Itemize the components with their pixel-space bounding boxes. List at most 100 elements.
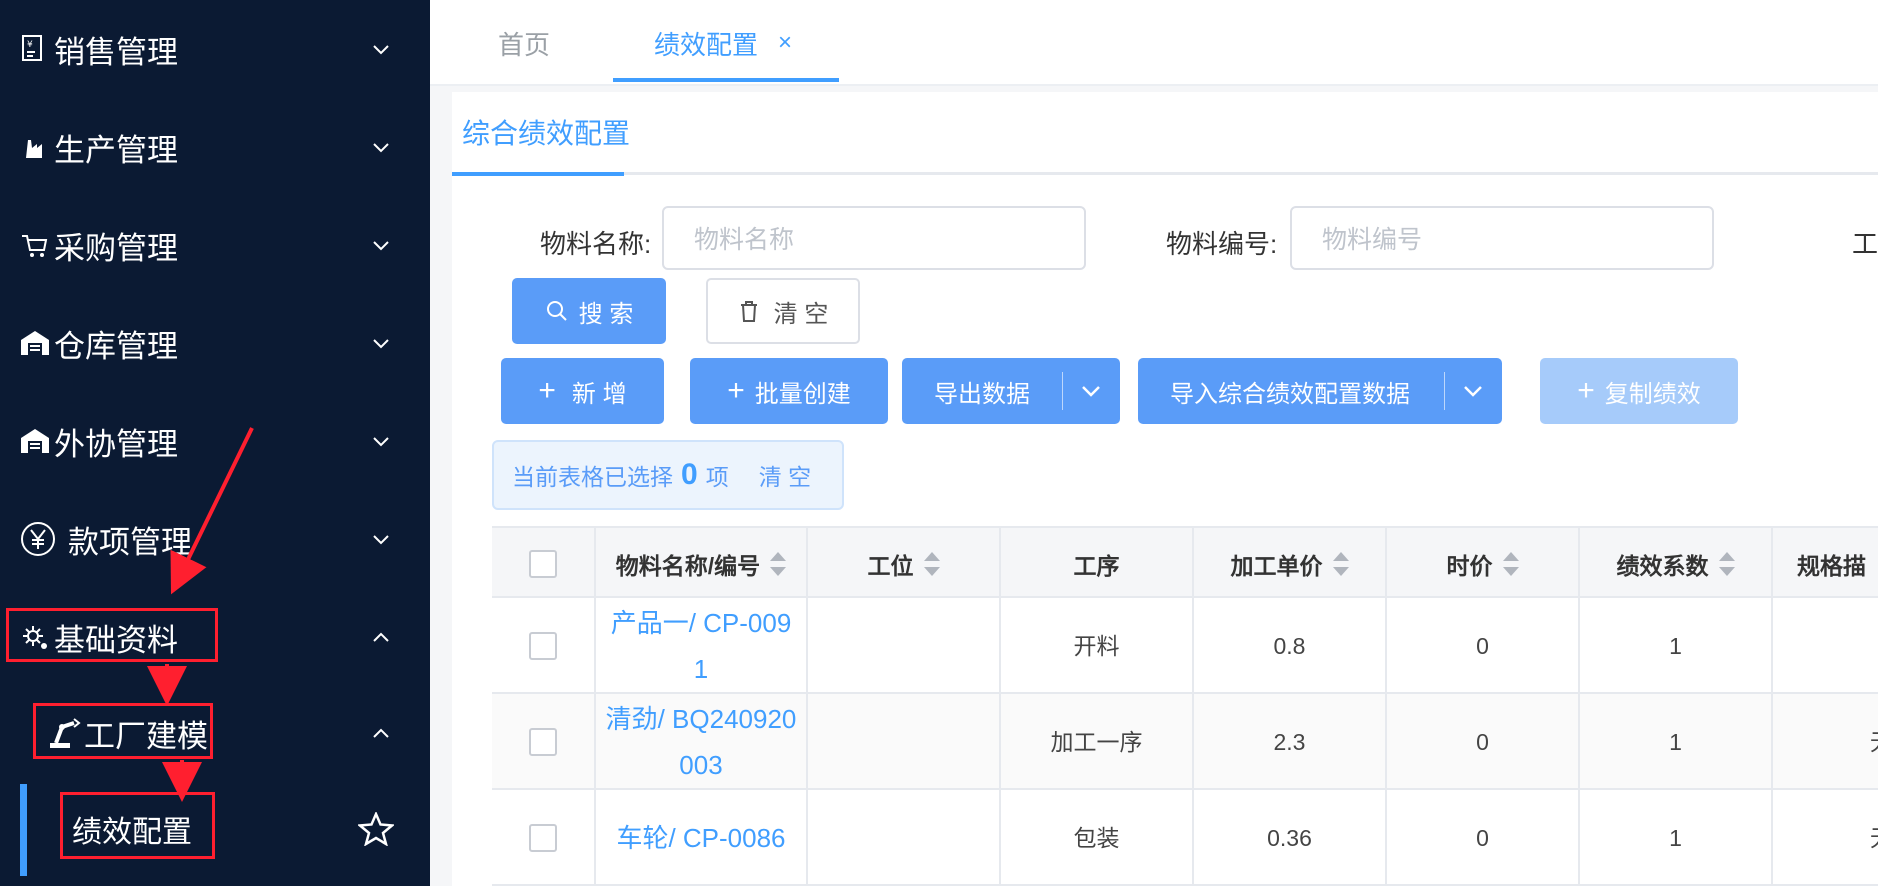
header-unit-price[interactable]: 加工单价 [1194, 528, 1387, 600]
material-code-label: 物料编号: [1166, 229, 1278, 259]
cell-text: 0 [1476, 729, 1489, 755]
menu-label: 外协管理 [54, 426, 178, 462]
header-hour-price[interactable]: 时价 [1387, 528, 1580, 600]
select-all-cell [492, 528, 596, 600]
unit-price-cell: 0.8 [1194, 598, 1387, 694]
search-button[interactable]: 搜 索 [512, 278, 666, 344]
station-cell [808, 694, 1001, 790]
station-cell [808, 598, 1001, 694]
robot-arm-icon [48, 716, 82, 750]
material-name-input[interactable]: 物料名称 [662, 206, 1086, 270]
tab-label: 绩效配置 [654, 29, 759, 60]
clear-button[interactable]: 清 空 [706, 278, 860, 344]
export-button[interactable]: 导出数据 [902, 358, 1120, 424]
row-checkbox[interactable] [529, 728, 557, 756]
copy-performance-button[interactable]: + 复制绩效 [1540, 358, 1738, 424]
hour-price-cell: 0 [1387, 694, 1580, 790]
divider [1062, 372, 1063, 410]
gear-icon [18, 620, 52, 654]
tab-performance-config[interactable]: 绩效配置 × [654, 0, 792, 86]
star-icon[interactable] [358, 812, 394, 846]
material-link[interactable]: 产品一/ CP-009 1 [596, 598, 808, 694]
material-text: 1 [693, 654, 709, 684]
cell-text: 加工一序 [1050, 729, 1143, 755]
tab-active-underline [613, 78, 839, 82]
process-cell: 包装 [1001, 790, 1194, 886]
batch-create-button[interactable]: + 批量创建 [690, 358, 888, 424]
search-icon [546, 301, 567, 321]
menu-basic-data[interactable]: 基础资料 [0, 588, 430, 686]
material-link[interactable]: 车轮/ CP-0086 [596, 790, 808, 886]
import-button[interactable]: 导入综合绩效配置数据 [1138, 358, 1502, 424]
chevron-down-icon[interactable] [1080, 382, 1102, 400]
select-all-checkbox[interactable] [529, 550, 557, 578]
cell-text: 无 [1870, 719, 1878, 765]
material-text: 清劲/ BQ240920 [605, 704, 797, 734]
cell-text: 1 [1669, 729, 1682, 755]
menu-label: 生产管理 [54, 132, 178, 168]
button-label: 搜 索 [578, 300, 634, 328]
menu-label: 销售管理 [54, 34, 178, 70]
sort-icon[interactable] [770, 552, 787, 576]
header-label: 时价 [1446, 553, 1493, 579]
material-code-input[interactable]: 物料编号 [1290, 206, 1714, 270]
menu-outsource[interactable]: 外协管理 [0, 392, 430, 490]
sales-icon: ¥ [18, 32, 52, 66]
button-label: 导出数据 [934, 380, 1030, 408]
chevron-down-icon [373, 437, 389, 447]
cell-text: 包装 [1073, 825, 1120, 851]
row-checkbox[interactable] [529, 632, 557, 660]
menu-production[interactable]: 生产管理 [0, 98, 430, 196]
header-coefficient[interactable]: 绩效系数 [1580, 528, 1773, 600]
table-row[interactable]: 车轮/ CP-0086 包装 0.36 0 1 无 [492, 790, 1878, 886]
header-label: 绩效系数 [1616, 553, 1709, 579]
divider [1444, 372, 1445, 410]
row-checkbox[interactable] [529, 824, 557, 852]
clear-selection-link[interactable]: 清 空 [759, 458, 811, 492]
cell-text: 0.8 [1273, 633, 1306, 659]
button-label: 清 空 [773, 300, 829, 328]
cell-text: 2.3 [1273, 729, 1306, 755]
table-row[interactable]: 产品一/ CP-009 1 开料 0.8 0 1 [492, 598, 1878, 694]
spec-cell [1773, 598, 1878, 694]
submenu-factory-modeling[interactable]: 工厂建模 [0, 684, 430, 782]
row-select-cell [492, 598, 596, 694]
trash-icon [740, 301, 757, 322]
header-station[interactable]: 工位 [808, 528, 1001, 600]
menu-warehouse[interactable]: 仓库管理 [0, 294, 430, 392]
button-label: 导入综合绩效配置数据 [1170, 380, 1410, 408]
button-label: 新 增 [571, 380, 627, 408]
sort-icon[interactable] [1718, 552, 1735, 576]
tab-home[interactable]: 首页 [498, 0, 550, 86]
close-icon[interactable]: × [778, 29, 792, 57]
add-button[interactable]: + 新 增 [501, 358, 664, 424]
chevron-down-icon [373, 45, 389, 55]
table-header: 物料名称/编号 工位 工序 加工单价 时价 绩效系数 规格描 [492, 526, 1878, 600]
spec-cell: 无 [1773, 790, 1878, 886]
sort-icon[interactable] [923, 552, 940, 576]
menu-purchase[interactable]: 采购管理 [0, 196, 430, 294]
table-row[interactable]: 清劲/ BQ240920 003 加工一序 2.3 0 1 无 [492, 694, 1878, 790]
header-label: 物料名称/编号 [615, 553, 761, 579]
tab-label: 首页 [498, 29, 551, 60]
menu-label: 基础资料 [54, 622, 178, 658]
material-link[interactable]: 清劲/ BQ240920 003 [596, 694, 808, 790]
selection-info: 当前表格已选择 0 项 清 空 [492, 440, 844, 510]
header-label: 工位 [867, 553, 914, 579]
chevron-down-icon[interactable] [1462, 382, 1484, 400]
main-area: 首页 绩效配置 × 综合绩效配置 物料名称: 物料名称 物料编号: 物料编号 工… [430, 0, 1878, 886]
sidebar: ¥ 销售管理 生产管理 采购管理 仓库管理 外协管理 款项管理 基础资料 工厂建… [0, 0, 430, 886]
chevron-up-icon [373, 632, 389, 642]
menu-sales[interactable]: ¥ 销售管理 [0, 0, 430, 98]
sort-icon[interactable] [1332, 552, 1349, 576]
yen-icon [18, 519, 58, 559]
station-label-partial: 工 [1852, 229, 1878, 259]
coefficient-cell: 1 [1580, 694, 1773, 790]
submenu-performance-config[interactable]: 绩效配置 [0, 780, 430, 878]
row-select-cell [492, 790, 596, 886]
menu-label: 款项管理 [68, 524, 192, 560]
menu-payment[interactable]: 款项管理 [0, 490, 430, 588]
sort-icon[interactable] [1502, 552, 1519, 576]
header-material[interactable]: 物料名称/编号 [596, 528, 808, 600]
header-label: 规格描 [1797, 553, 1866, 579]
